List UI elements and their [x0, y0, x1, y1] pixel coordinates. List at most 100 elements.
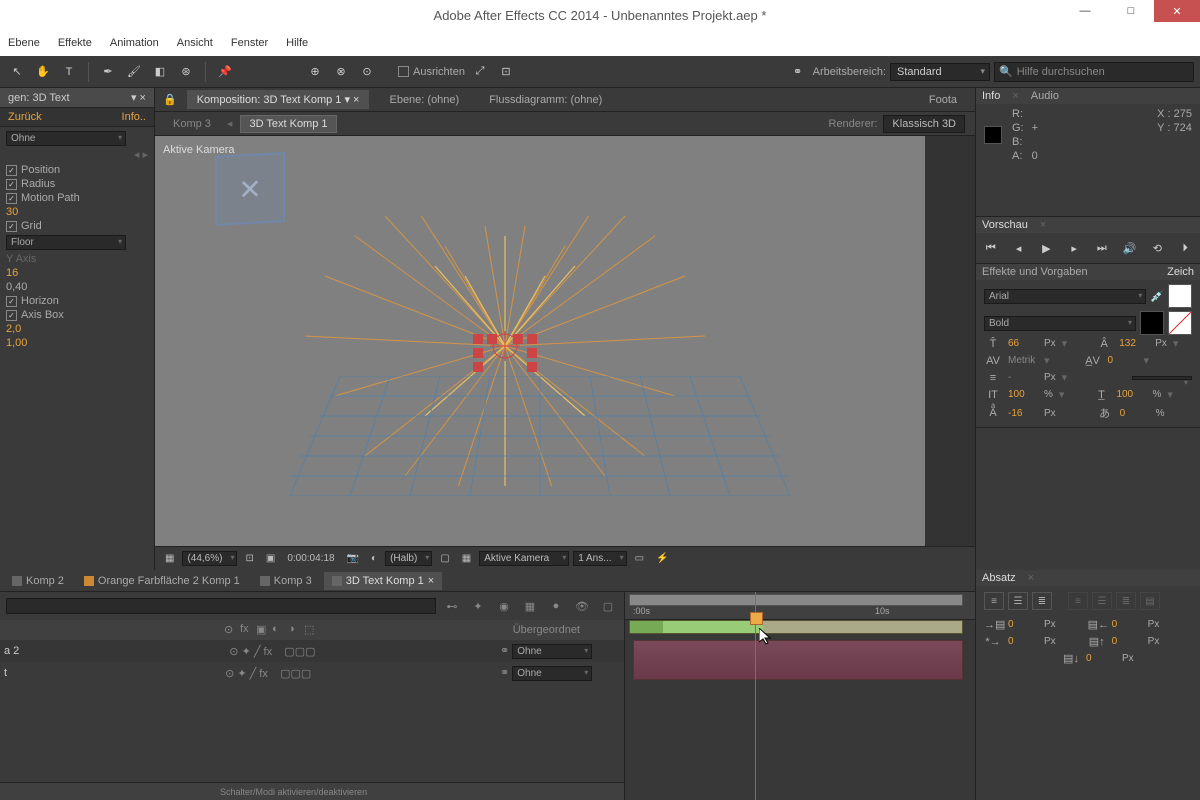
- timeline-footer-hint[interactable]: Schalter/Modi aktivieren/deaktivieren: [0, 782, 624, 800]
- stroke-color-black[interactable]: [1140, 311, 1164, 335]
- axisbox-check[interactable]: ✓: [6, 310, 17, 321]
- preview-tab[interactable]: Vorschau: [982, 219, 1028, 231]
- hand-tool-icon[interactable]: ✋: [32, 61, 54, 83]
- pin-tool-icon[interactable]: 📌: [214, 61, 236, 83]
- parent-combo-2[interactable]: Ohne: [512, 666, 592, 681]
- flowchart-tab[interactable]: Flussdiagramm: (ohne): [479, 91, 612, 109]
- axis-cube-icon[interactable]: ✕: [215, 152, 285, 226]
- eyedropper-icon[interactable]: 💉: [1150, 290, 1164, 303]
- roi-icon[interactable]: ▢: [436, 553, 453, 564]
- play-icon[interactable]: ▶: [1037, 239, 1055, 257]
- menu-animation[interactable]: Animation: [110, 37, 159, 49]
- time-ruler[interactable]: :00s 10s: [625, 592, 975, 620]
- grid-toggle-icon[interactable]: ▦: [161, 553, 178, 564]
- link-icon[interactable]: ⚭: [787, 61, 809, 83]
- grid-check[interactable]: ✓: [6, 221, 17, 232]
- workspace-combo[interactable]: Standard: [890, 63, 990, 81]
- comp-tab-active[interactable]: Komposition: 3D Text Komp 1 ▾ ×: [187, 90, 370, 109]
- brush-tool-icon[interactable]: 🖌: [123, 61, 145, 83]
- justify-all-icon[interactable]: ▤: [1140, 592, 1160, 610]
- resolution-combo[interactable]: (Halb): [385, 551, 432, 566]
- character-tab[interactable]: Zeich: [1167, 266, 1194, 278]
- motionpath-check[interactable]: ✓: [6, 193, 17, 204]
- views-count-combo[interactable]: 1 Ans...: [573, 551, 626, 566]
- tl-tool3-icon[interactable]: ◉: [494, 596, 514, 616]
- justify-right-icon[interactable]: ≣: [1116, 592, 1136, 610]
- pen-tool-icon[interactable]: ✒: [97, 61, 119, 83]
- info-tab[interactable]: Info: [982, 90, 1000, 102]
- menu-hilfe[interactable]: Hilfe: [286, 37, 308, 49]
- floor-combo[interactable]: Floor: [6, 235, 126, 250]
- info-link[interactable]: Info..: [122, 111, 146, 123]
- tl-tool6-icon[interactable]: 👁: [572, 596, 592, 616]
- stroke-none[interactable]: [1168, 311, 1192, 335]
- tl-tool4-icon[interactable]: ▦: [520, 596, 540, 616]
- justify-left-icon[interactable]: ≡: [1068, 592, 1088, 610]
- playhead[interactable]: [755, 592, 756, 800]
- menu-ansicht[interactable]: Ansicht: [177, 37, 213, 49]
- switch-3d-icon[interactable]: ▣: [256, 623, 270, 637]
- switch-mb-icon[interactable]: ◐: [272, 623, 286, 637]
- radius-check[interactable]: ✓: [6, 179, 17, 190]
- menu-effekte[interactable]: Effekte: [58, 37, 92, 49]
- snapshot-icon[interactable]: 📷: [343, 553, 363, 564]
- timeline-tracks[interactable]: :00s 10s: [625, 592, 975, 800]
- timecode[interactable]: 0:00:04:18: [283, 553, 338, 564]
- font-style-combo[interactable]: Bold: [984, 316, 1136, 331]
- text-tool-icon[interactable]: T: [58, 61, 80, 83]
- next-frame-icon[interactable]: ▸: [1065, 239, 1083, 257]
- axis-local-icon[interactable]: ⊕: [304, 61, 326, 83]
- layer-row-2[interactable]: t ⊙ ✦ ╱ fx ▢▢▢ ⚭ Ohne: [0, 662, 624, 684]
- tl-tool1-icon[interactable]: ⊷: [442, 596, 462, 616]
- fill-color[interactable]: [1168, 284, 1192, 308]
- effects-presets-tab[interactable]: Effekte und Vorgaben: [982, 266, 1088, 278]
- timeline-tab-komp2[interactable]: Komp 2: [4, 572, 72, 590]
- horizon-check[interactable]: ✓: [6, 296, 17, 307]
- align-checkbox[interactable]: [398, 66, 409, 77]
- axis-view-icon[interactable]: ⊙: [356, 61, 378, 83]
- layer-tab[interactable]: Ebene: (ohne): [379, 91, 469, 109]
- loop-icon[interactable]: ⟲: [1148, 239, 1166, 257]
- footage-tab[interactable]: Foota: [919, 91, 967, 109]
- composition-viewport[interactable]: Aktive Kamera ✕: [155, 136, 925, 546]
- res-half-icon[interactable]: ▣: [262, 553, 279, 564]
- eraser-tool-icon[interactable]: ◧: [149, 61, 171, 83]
- timeline-tab-active[interactable]: 3D Text Komp 1 ×: [324, 572, 443, 590]
- renderer-button[interactable]: Klassisch 3D: [883, 115, 965, 133]
- fast-preview-icon[interactable]: ⚡: [652, 553, 672, 564]
- switch-adj-icon[interactable]: ◑: [288, 623, 302, 637]
- close-button[interactable]: ✕: [1154, 0, 1200, 22]
- prev-frame-icon[interactable]: ◂: [1010, 239, 1028, 257]
- ram-preview-icon[interactable]: ⏵: [1176, 239, 1194, 257]
- work-area[interactable]: [629, 620, 963, 634]
- view-combo[interactable]: Aktive Kamera: [479, 551, 569, 566]
- transparency-icon[interactable]: ▦: [458, 553, 475, 564]
- switch-fx-icon[interactable]: fx: [240, 623, 254, 637]
- snap2-icon[interactable]: ⊡: [495, 61, 517, 83]
- layer-bar[interactable]: [633, 640, 963, 680]
- menu-ebene[interactable]: Ebene: [8, 37, 40, 49]
- axis-world-icon[interactable]: ⊗: [330, 61, 352, 83]
- res-full-icon[interactable]: ⊡: [241, 553, 257, 564]
- switch-cube-icon[interactable]: ⬚: [304, 623, 318, 637]
- pixel-aspect-icon[interactable]: ▭: [631, 553, 648, 564]
- stroke-style-combo[interactable]: [1132, 376, 1192, 380]
- effect-tab-label[interactable]: gen: 3D Text: [8, 92, 70, 104]
- lock-icon[interactable]: 🔒: [163, 93, 177, 106]
- back-link[interactable]: Zurück: [8, 111, 42, 123]
- breadcrumb-komp3[interactable]: Komp 3: [165, 116, 219, 132]
- clone-tool-icon[interactable]: ⊛: [175, 61, 197, 83]
- tl-tool2-icon[interactable]: ✦: [468, 596, 488, 616]
- work-area-bar[interactable]: [629, 594, 963, 606]
- first-frame-icon[interactable]: ⏮: [982, 239, 1000, 257]
- zoom-combo[interactable]: (44,6%): [182, 551, 237, 566]
- justify-center-icon[interactable]: ☰: [1092, 592, 1112, 610]
- timeline-tab-komp3[interactable]: Komp 3: [252, 572, 320, 590]
- shape-combo[interactable]: Ohne: [6, 131, 126, 146]
- snap-icon[interactable]: ⤢: [469, 61, 491, 83]
- tl-tool5-icon[interactable]: ●: [546, 596, 566, 616]
- layer-row-1[interactable]: a 2 ⊙ ✦ ╱ fx ▢▢▢ ⚭ Ohne: [0, 640, 624, 662]
- menu-fenster[interactable]: Fenster: [231, 37, 268, 49]
- tl-tool7-icon[interactable]: ▢: [598, 596, 618, 616]
- breadcrumb-active[interactable]: 3D Text Komp 1: [240, 115, 336, 133]
